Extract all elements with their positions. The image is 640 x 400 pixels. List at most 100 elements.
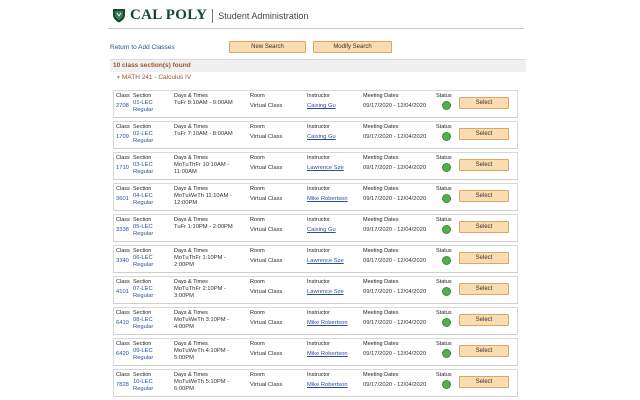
meeting-dates: 09/17/2020 - 12/04/2020 <box>363 382 427 388</box>
col-header-class: Class <box>116 155 130 161</box>
section-code[interactable]: 09-LEC Regular <box>133 348 153 361</box>
select-button[interactable]: Select <box>459 283 509 295</box>
col-header-room: Room <box>250 341 265 347</box>
section-code-line2: Regular <box>133 354 154 361</box>
col-header-room: Room <box>250 217 265 223</box>
col-header-section: Section <box>133 93 152 99</box>
col-header-room: Room <box>250 372 265 378</box>
section-code[interactable]: 07-LEC Regular <box>133 286 153 299</box>
section-code-line1: 06-LEC <box>133 255 153 261</box>
instructor-link[interactable]: Lawrence Sze <box>307 258 344 265</box>
course-group-toggle[interactable]: ▼MATH 241 - Calculus IV <box>116 74 191 81</box>
col-header-instructor: Instructor <box>307 372 330 378</box>
section-code-line1: 09-LEC <box>133 348 153 354</box>
section-code[interactable]: 04-LEC Regular <box>133 193 153 206</box>
col-header-days-times: Days & Times <box>174 217 208 223</box>
col-header-status: Status <box>436 341 452 347</box>
col-header-instructor: Instructor <box>307 124 330 130</box>
section-row: Class Section Days & Times Room Instructor Me… <box>113 369 518 397</box>
select-button[interactable]: Select <box>459 97 509 109</box>
days-times-line1: MoTuThFr 10:10AM - <box>174 162 230 168</box>
room: Virtual Class <box>250 289 283 295</box>
section-code[interactable]: 02-LEC Regular <box>133 131 153 144</box>
days-times-line1: TuFr 8:10AM - 9:00AM <box>174 100 233 106</box>
results-summary-bar: 10 class section(s) found <box>110 59 526 72</box>
class-number: 3601 <box>116 196 129 202</box>
instructor-link[interactable]: Lawrence Sze <box>307 165 344 172</box>
section-code[interactable]: 10-LEC Regular <box>133 379 153 392</box>
days-times: MoTuThFr 1:10PM -2:00PM <box>174 255 226 268</box>
select-button[interactable]: Select <box>459 128 509 140</box>
col-header-status: Status <box>436 372 452 378</box>
col-header-room: Room <box>250 310 265 316</box>
select-button[interactable]: Select <box>459 314 509 326</box>
col-header-meeting-dates: Meeting Dates <box>363 372 399 378</box>
col-header-class: Class <box>116 186 130 192</box>
section-code[interactable]: 03-LEC Regular <box>133 162 153 175</box>
col-header-section: Section <box>133 279 152 285</box>
status-open-icon <box>442 101 451 110</box>
days-times-line2: 6:00PM <box>174 385 194 392</box>
col-header-instructor: Instructor <box>307 186 330 192</box>
days-times: TuFr 1:10PM - 2:00PM <box>174 224 233 231</box>
section-row: Class Section Days & Times Room Instructor Me… <box>113 152 518 180</box>
meeting-dates: 09/17/2020 - 12/04/2020 <box>363 289 427 295</box>
instructor-link[interactable]: Lawrence Sze <box>307 289 344 296</box>
days-times-line1: MoTuThFr 2:10PM - <box>174 286 226 292</box>
section-code-line1: 07-LEC <box>133 286 153 292</box>
section-code-line2: Regular <box>133 230 154 237</box>
meeting-dates: 09/17/2020 - 12/04/2020 <box>363 351 427 357</box>
col-header-days-times: Days & Times <box>174 310 208 316</box>
days-times-line1: MoTuThFr 1:10PM - <box>174 255 226 261</box>
app-subtitle: Student Administration <box>218 10 309 21</box>
instructor-link[interactable]: Mike Robertson <box>307 382 348 389</box>
class-number: 3340 <box>116 258 129 264</box>
col-header-days-times: Days & Times <box>174 186 208 192</box>
col-header-status: Status <box>436 310 452 316</box>
status-open-icon <box>442 225 451 234</box>
instructor-link[interactable]: Mike Robertson <box>307 320 348 327</box>
section-code-line1: 03-LEC <box>133 162 153 168</box>
header-divider <box>108 28 524 29</box>
col-header-section: Section <box>133 248 152 254</box>
section-code[interactable]: 06-LEC Regular <box>133 255 153 268</box>
new-search-button[interactable]: New Search <box>229 41 306 53</box>
section-code[interactable]: 05-LEC Regular <box>133 224 153 237</box>
instructor-link[interactable]: Caixing Gu <box>307 134 336 141</box>
course-title: MATH 241 - Calculus IV <box>121 74 192 81</box>
select-button[interactable]: Select <box>459 252 509 264</box>
col-header-status: Status <box>436 217 452 223</box>
room: Virtual Class <box>250 320 283 326</box>
instructor-link[interactable]: Caixing Gu <box>307 227 336 234</box>
select-button[interactable]: Select <box>459 376 509 388</box>
col-header-instructor: Instructor <box>307 217 330 223</box>
col-header-days-times: Days & Times <box>174 248 208 254</box>
meeting-dates: 09/17/2020 - 12/04/2020 <box>363 196 427 202</box>
return-to-add-classes-link[interactable]: Return to Add Classes <box>110 44 175 51</box>
col-header-status: Status <box>436 186 452 192</box>
col-header-status: Status <box>436 279 452 285</box>
select-button[interactable]: Select <box>459 190 509 202</box>
instructor-link[interactable]: Mike Robertson <box>307 196 348 203</box>
cal-poly-logo[interactable]: CAL POLY Student Administration <box>112 7 308 24</box>
days-times-line2: 3:00PM <box>174 292 194 299</box>
col-header-days-times: Days & Times <box>174 372 208 378</box>
col-header-instructor: Instructor <box>307 93 330 99</box>
col-header-section: Section <box>133 310 152 316</box>
select-button[interactable]: Select <box>459 345 509 357</box>
meeting-dates: 09/17/2020 - 12/04/2020 <box>363 103 427 109</box>
section-code[interactable]: 08-LEC Regular <box>133 317 153 330</box>
col-header-section: Section <box>133 372 152 378</box>
section-row: Class Section Days & Times Room Instructor Me… <box>113 121 518 149</box>
col-header-status: Status <box>436 93 452 99</box>
instructor-link[interactable]: Mike Robertson <box>307 351 348 358</box>
section-code-line1: 08-LEC <box>133 317 153 323</box>
modify-search-button[interactable]: Modify Search <box>313 41 392 53</box>
class-number: 7828 <box>116 382 129 388</box>
instructor-link[interactable]: Caixing Gu <box>307 103 336 110</box>
section-code[interactable]: 01-LEC Regular <box>133 100 153 113</box>
room: Virtual Class <box>250 258 283 264</box>
select-button[interactable]: Select <box>459 159 509 171</box>
col-header-meeting-dates: Meeting Dates <box>363 186 399 192</box>
select-button[interactable]: Select <box>459 221 509 233</box>
